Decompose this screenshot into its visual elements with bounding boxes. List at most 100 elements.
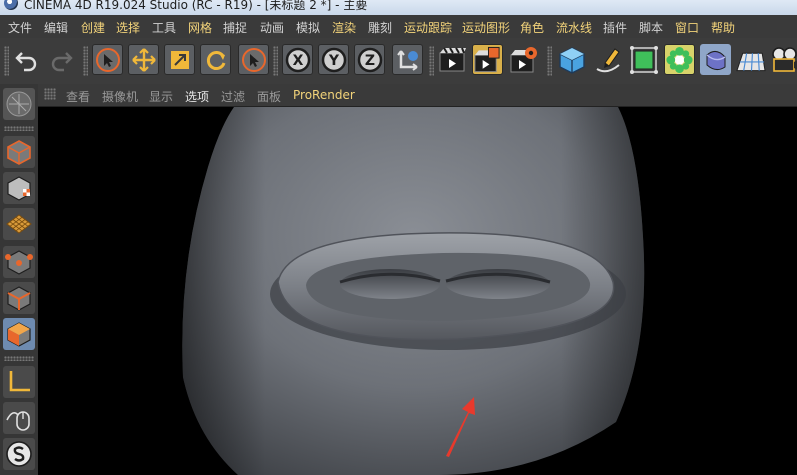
camera-button[interactable] <box>769 44 797 75</box>
palette-grip[interactable] <box>4 356 34 361</box>
add-cube-button[interactable] <box>556 44 587 75</box>
edges-mode-button[interactable] <box>3 282 35 314</box>
move-icon <box>131 47 156 72</box>
lock-x-icon: X <box>285 47 310 72</box>
toolbar-grip[interactable] <box>273 46 278 76</box>
points-mode-button[interactable] <box>3 246 35 278</box>
toolbar-grip[interactable] <box>83 46 88 76</box>
workplane-button[interactable] <box>3 88 35 120</box>
recent-tool-button[interactable] <box>238 44 269 75</box>
tweak-mode-button[interactable] <box>3 402 35 434</box>
cloner-button[interactable] <box>664 44 695 75</box>
floor-button[interactable] <box>735 44 766 75</box>
toolbar-grip[interactable] <box>4 46 9 76</box>
subdivision-icon <box>629 45 658 74</box>
menu-mesh[interactable]: 网格 <box>188 19 212 36</box>
toolbar-grip[interactable] <box>429 46 434 76</box>
polygons-mode-icon <box>7 322 31 347</box>
menu-edit[interactable]: 编辑 <box>44 19 68 36</box>
viewport-canvas <box>182 107 645 475</box>
recent-tool-icon <box>241 47 266 72</box>
view-menu-display[interactable]: 显示 <box>149 88 173 105</box>
toolbar-grip[interactable] <box>547 46 552 76</box>
render-view-icon <box>439 46 466 71</box>
menu-pipeline[interactable]: 流水线 <box>556 19 592 36</box>
model-mode-icon <box>7 140 31 165</box>
menu-select[interactable]: 选择 <box>116 19 140 36</box>
view-menu-view[interactable]: 查看 <box>66 88 90 105</box>
menu-tools[interactable]: 工具 <box>152 19 176 36</box>
menu-simulate[interactable]: 模拟 <box>296 19 320 36</box>
deformer-icon <box>706 50 725 70</box>
render-picture-viewer-button[interactable] <box>472 44 503 75</box>
texture-mode-button[interactable] <box>3 172 35 204</box>
snap-icon <box>6 441 32 467</box>
workplane-grid-button[interactable] <box>3 208 35 240</box>
menu-render[interactable]: 渲染 <box>332 19 356 36</box>
viewport[interactable] <box>38 107 797 475</box>
menu-sculpt[interactable]: 雕刻 <box>368 19 392 36</box>
redo-icon <box>51 51 73 71</box>
lock-x-axis-button[interactable]: X <box>282 44 313 75</box>
pen-icon <box>595 47 620 72</box>
scale-button[interactable] <box>164 44 195 75</box>
coordinate-system-icon <box>396 49 418 71</box>
rotate-button[interactable] <box>200 44 231 75</box>
menu-snap[interactable]: 捕捉 <box>223 19 247 36</box>
viewport-menu-bar: 查看 摄像机 显示 选项 过滤 面板 ProRender <box>38 84 797 107</box>
lock-y-icon: Y <box>321 47 346 72</box>
tweak-mode-icon <box>6 411 30 431</box>
redo-button[interactable] <box>45 44 76 75</box>
axis-mode-icon <box>9 371 30 392</box>
lock-z-axis-button[interactable]: Z <box>354 44 385 75</box>
cloner-icon <box>666 46 693 73</box>
cube-icon <box>558 46 585 74</box>
menu-window[interactable]: 窗口 <box>675 19 699 36</box>
axis-mode-button[interactable] <box>3 366 35 398</box>
workplane-grid-icon <box>6 214 32 234</box>
live-selection-button[interactable] <box>92 44 123 75</box>
viewport-grip[interactable] <box>44 88 56 100</box>
lock-y-axis-button[interactable]: Y <box>318 44 349 75</box>
menu-motion-tracker[interactable]: 运动跟踪 <box>404 19 452 36</box>
floor-icon <box>736 52 766 71</box>
subdivision-surface-button[interactable] <box>628 44 659 75</box>
workplane-icon <box>6 91 32 117</box>
polygons-mode-button[interactable] <box>3 318 35 350</box>
view-menu-cameras[interactable]: 摄像机 <box>102 88 138 105</box>
menu-file[interactable]: 文件 <box>8 19 32 36</box>
menu-character[interactable]: 角色 <box>520 19 544 36</box>
live-select-icon <box>95 47 120 72</box>
window-title: CINEMA 4D R19.024 Studio (RC - R19) - [未… <box>24 0 368 12</box>
axis-x-label: X <box>292 53 303 69</box>
render-view-button[interactable] <box>437 44 468 75</box>
coordinate-system-button[interactable] <box>392 44 423 75</box>
main-toolbar: X Y Z <box>0 38 797 84</box>
deformer-button[interactable] <box>700 44 731 75</box>
texture-mode-icon <box>7 176 31 201</box>
model-mode-button[interactable] <box>3 136 35 168</box>
render-settings-button[interactable] <box>508 44 539 75</box>
menu-help[interactable]: 帮助 <box>711 19 735 36</box>
menu-create[interactable]: 创建 <box>81 19 105 36</box>
move-button[interactable] <box>128 44 159 75</box>
rotate-icon <box>206 50 225 70</box>
render-settings-icon <box>510 46 537 72</box>
pen-spline-button[interactable] <box>592 44 623 75</box>
undo-button[interactable] <box>11 44 42 75</box>
palette-grip[interactable] <box>4 126 34 131</box>
view-menu-panel[interactable]: 面板 <box>257 88 281 105</box>
edges-mode-icon <box>7 286 31 311</box>
menu-script[interactable]: 脚本 <box>639 19 663 36</box>
render-picture-viewer-icon <box>474 46 500 72</box>
menu-mograph[interactable]: 运动图形 <box>462 19 510 36</box>
left-mode-palette <box>0 84 38 475</box>
view-menu-prorender[interactable]: ProRender <box>293 88 355 102</box>
camera-icon <box>771 46 797 72</box>
snap-button[interactable] <box>3 438 35 470</box>
menu-plugins[interactable]: 插件 <box>603 19 627 36</box>
view-menu-options[interactable]: 选项 <box>185 88 209 105</box>
menu-animate[interactable]: 动画 <box>260 19 284 36</box>
axis-y-label: Y <box>327 53 339 69</box>
view-menu-filter[interactable]: 过滤 <box>221 88 245 105</box>
